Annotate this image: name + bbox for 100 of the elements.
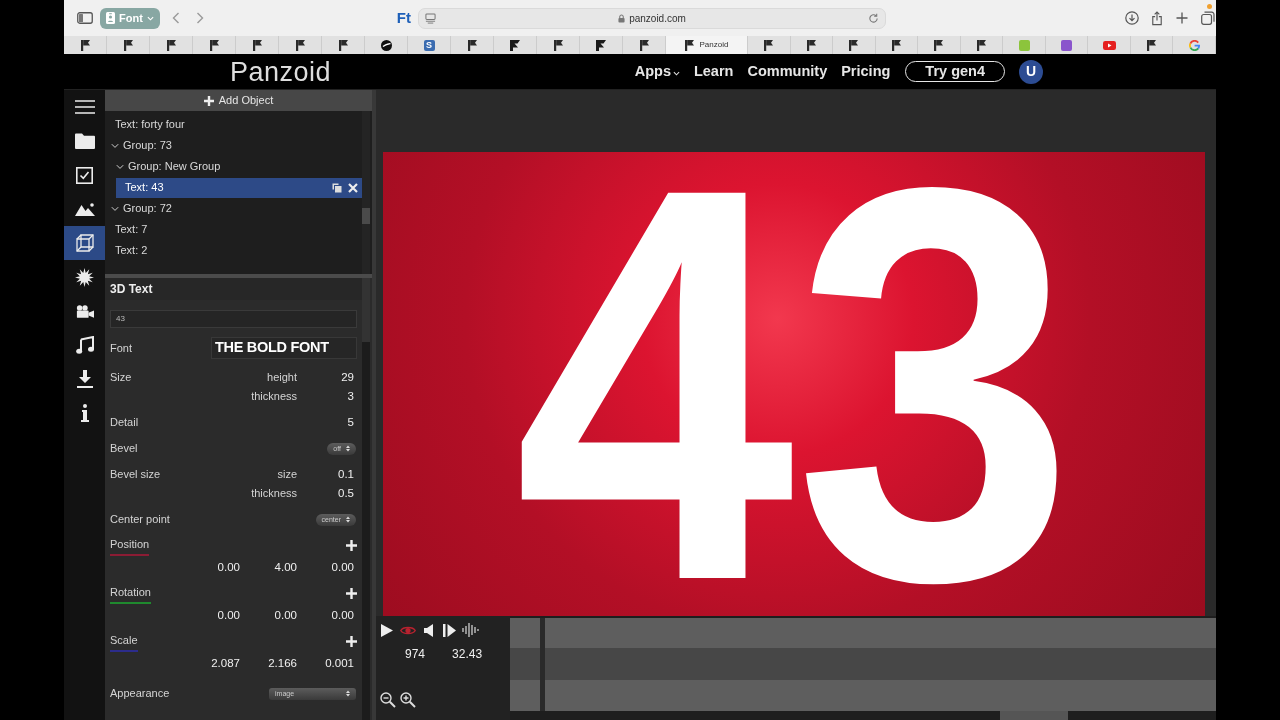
flag-icon [80, 39, 90, 51]
property-label: Position [110, 537, 150, 552]
tree-item[interactable]: Text: 43 [116, 177, 362, 198]
reload-icon[interactable] [868, 12, 879, 24]
flag-icon [1147, 39, 1157, 51]
zoom-out-icon[interactable] [380, 692, 396, 708]
duplicate-icon[interactable] [332, 182, 342, 193]
notched-flag-icon [510, 39, 520, 51]
nav-link[interactable]: Community [747, 60, 828, 83]
tree-item[interactable]: Text: 7 [106, 219, 362, 240]
share-icon[interactable] [1151, 10, 1163, 26]
scrollbar-track[interactable] [362, 111, 370, 274]
property-label: Detail [110, 415, 139, 431]
property-label: Center point [110, 512, 170, 528]
scrollbar-thumb[interactable] [362, 278, 370, 342]
number-field[interactable]: 0.00 [331, 558, 354, 577]
time-readout: 32.43 [452, 646, 483, 663]
eye-icon[interactable] [400, 624, 416, 636]
menu-icon [74, 100, 95, 114]
scrollbar-thumb[interactable] [1000, 711, 1068, 720]
starburst-icon [75, 267, 94, 287]
timeline-track[interactable] [510, 648, 1216, 680]
timeline-track[interactable] [510, 680, 1216, 711]
property-label: Bevel [110, 441, 138, 457]
number-field[interactable]: 4.00 [274, 558, 297, 577]
speaker-icon[interactable] [424, 623, 434, 637]
updown-arrows-icon [346, 516, 350, 523]
flag-icon [684, 39, 694, 51]
font-picker[interactable]: THE BOLD FONT [211, 337, 357, 359]
number-field[interactable]: 0.5 [338, 484, 354, 503]
number-field[interactable]: 0.1 [338, 465, 354, 484]
plus-icon [203, 95, 214, 106]
site-logo[interactable]: Panzoid [230, 56, 332, 87]
timeline-track[interactable] [510, 618, 1216, 648]
plus-icon[interactable] [346, 540, 357, 551]
sidebar-icon[interactable] [77, 12, 93, 24]
scrollbar-track[interactable] [362, 278, 370, 720]
flag-icon [209, 39, 219, 51]
tool-button[interactable] [64, 226, 105, 260]
plus-icon[interactable] [346, 636, 357, 647]
number-field[interactable]: 2.087 [211, 654, 240, 673]
tab-overview-icon[interactable] [1201, 11, 1215, 25]
number-field[interactable]: 0.00 [217, 606, 240, 625]
waveform-icon[interactable] [462, 623, 479, 637]
number-field[interactable]: 29 [341, 368, 354, 387]
number-field[interactable]: 0.00 [217, 558, 240, 577]
tree-item[interactable]: Group: New Group [111, 156, 362, 177]
lock-icon [618, 13, 626, 23]
flag-icon [891, 39, 901, 51]
flag-icon [764, 39, 774, 51]
tree-item[interactable]: Group: 73 [106, 135, 362, 156]
text-input[interactable]: 43 [110, 310, 357, 328]
nav-link[interactable]: Learn [693, 60, 734, 83]
tree-item[interactable]: Text: forty four [106, 114, 362, 135]
mountain-icon [74, 202, 95, 216]
browser-tab[interactable]: Panzoid [666, 36, 748, 54]
number-field[interactable]: 0.00 [331, 606, 354, 625]
scrollbar-thumb[interactable] [362, 208, 370, 224]
frame-number: 974 [405, 646, 426, 663]
music-note-icon [75, 336, 94, 354]
close-icon[interactable] [348, 182, 358, 193]
play-icon[interactable] [381, 623, 393, 637]
tree-item[interactable]: Text: 2 [106, 240, 362, 261]
add-object-button[interactable]: Add Object [105, 90, 372, 111]
address-field[interactable]: panzoid.com [418, 7, 886, 29]
flag-icon [467, 39, 477, 51]
extension-button[interactable]: Ft [396, 10, 411, 26]
folder-icon [74, 133, 95, 149]
number-field[interactable]: 5 [347, 413, 354, 432]
download-icon[interactable] [1125, 11, 1139, 25]
field-name: thickness [251, 486, 297, 502]
tree-item[interactable]: Group: 72 [106, 198, 362, 219]
user-avatar[interactable]: U [1019, 59, 1043, 84]
nav-menu[interactable]: Apps [634, 60, 680, 83]
number-field[interactable]: 2.166 [268, 654, 297, 673]
disc-icon [380, 39, 392, 51]
field-name: size [277, 467, 297, 483]
nav-link[interactable]: Pricing [841, 60, 891, 83]
chevron-down-icon[interactable] [111, 204, 119, 213]
video-camera-icon [75, 304, 94, 318]
new-tab-icon[interactable] [1176, 12, 1188, 24]
updown-arrows-icon [346, 445, 350, 452]
number-field[interactable]: 3 [347, 387, 354, 406]
property-label: Bevel size [110, 467, 161, 483]
number-field[interactable]: 0.001 [325, 654, 354, 673]
download-icon [76, 370, 93, 388]
zoom-in-icon[interactable] [400, 692, 416, 708]
chevron-down-icon[interactable] [116, 162, 124, 171]
flag-icon [295, 39, 305, 51]
chevron-down-icon[interactable] [111, 141, 119, 150]
number-field[interactable]: 0.00 [274, 606, 297, 625]
step-forward-icon[interactable] [443, 623, 456, 637]
flag-icon [934, 39, 944, 51]
field-name: thickness [251, 389, 297, 405]
property-label: Appearance [110, 686, 170, 702]
plus-icon[interactable] [346, 588, 357, 599]
cube-icon [74, 233, 95, 253]
property-label: Scale [110, 633, 138, 648]
preview-text: 43 [513, 174, 1075, 594]
page-menu-icon[interactable] [425, 12, 436, 24]
